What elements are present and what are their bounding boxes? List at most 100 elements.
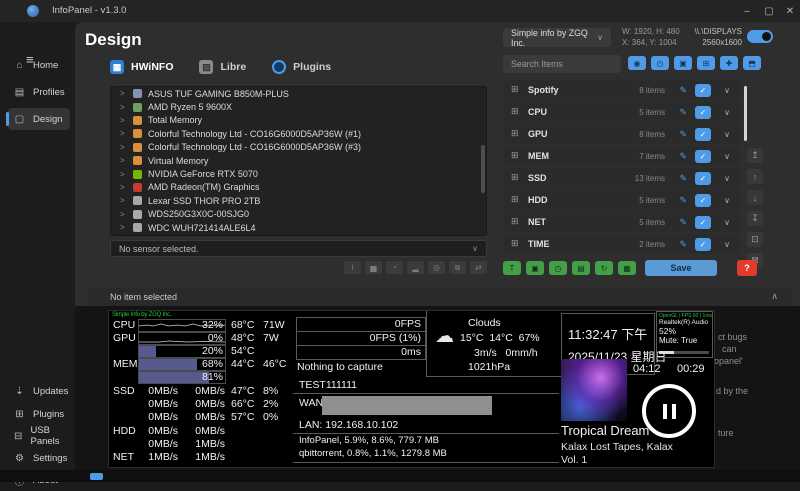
tab-libre[interactable]: ▨ Libre	[199, 60, 246, 74]
visibility-checkbox[interactable]: ✓	[695, 194, 711, 207]
taskbar-app-indicator[interactable]	[90, 473, 103, 480]
profile-select[interactable]: Simple info by ZGQ Inc. ∨	[503, 28, 611, 47]
duplicate-icon[interactable]: ⊡	[747, 232, 763, 247]
group-list-scrollbar[interactable]	[744, 86, 747, 141]
chevron-right-icon: >	[120, 116, 127, 125]
sidebar-item-design[interactable]: ▢ Design	[8, 108, 70, 130]
edit-icon[interactable]: ✎	[679, 85, 687, 96]
display-toggle[interactable]	[747, 30, 773, 43]
visibility-checkbox[interactable]: ✓	[695, 150, 711, 163]
close-button[interactable]: ✕	[781, 4, 799, 18]
visibility-checkbox[interactable]: ✓	[695, 106, 711, 119]
visibility-checkbox[interactable]: ✓	[695, 216, 711, 229]
swap-icon[interactable]: ⇄	[470, 261, 487, 274]
chevron-down-icon[interactable]: ∨	[724, 240, 730, 249]
tree-item[interactable]: >Virtual Memory	[111, 154, 486, 167]
search-input[interactable]	[503, 55, 621, 73]
sidebar-item-usb-panels[interactable]: ⊟ USB Panels	[8, 425, 70, 447]
move-bottom-icon[interactable]: ↧	[747, 211, 763, 226]
edit-icon[interactable]: ✎	[679, 107, 687, 118]
visibility-checkbox[interactable]: ✓	[695, 238, 711, 251]
move-top-icon[interactable]: ↥	[747, 148, 763, 163]
plugins-tab-icon	[272, 60, 286, 74]
tree-item[interactable]: >Lexar SSD THOR PRO 2TB	[111, 194, 486, 207]
edit-icon[interactable]: ✎	[679, 217, 687, 228]
tree-item[interactable]: >Colorful Technology Ltd - CO16G6000D5AP…	[111, 127, 486, 140]
sensor-select[interactable]: No sensor selected. ∨	[110, 240, 487, 257]
add-shape-icon[interactable]: ↻	[595, 261, 613, 275]
tree-item[interactable]: >AMD Ryzen 5 9600X	[111, 100, 486, 113]
tab-hwinfo[interactable]: ▦ HWiNFO	[110, 60, 173, 74]
tree-item[interactable]: >NVIDIA GeForce RTX 5070	[111, 167, 486, 180]
add-bar-icon[interactable]: ▤	[572, 261, 590, 275]
chevron-down-icon[interactable]: ∨	[724, 130, 730, 139]
edit-icon[interactable]: ✎	[679, 151, 687, 162]
tree-item[interactable]: >AMD Radeon(TM) Graphics	[111, 181, 486, 194]
tree-scrollbar[interactable]	[481, 145, 485, 193]
group-row-cpu[interactable]: ⊞ CPU 5 items ✎ ✓ ∨	[503, 102, 739, 122]
maximize-button[interactable]: ▢	[760, 4, 778, 18]
save-button[interactable]: Save	[645, 260, 717, 276]
add-text-icon[interactable]: T	[503, 261, 521, 275]
lock-icon[interactable]: ⬒	[743, 56, 761, 70]
mem-bar-2: 81%	[138, 371, 226, 384]
help-button[interactable]: ?	[737, 260, 757, 276]
edit-icon[interactable]: ✎	[679, 173, 687, 184]
add-clock-icon[interactable]: ◷	[549, 261, 567, 275]
edit-icon[interactable]: ✎	[679, 195, 687, 206]
copy-icon[interactable]: ⧉	[449, 261, 466, 274]
ssd-row: 0MB/s 0MB/s 57°C 0%	[109, 411, 296, 424]
group-row-ssd[interactable]: ⊞ SSD 13 items ✎ ✓ ∨	[503, 168, 739, 188]
tree-item[interactable]: >Colorful Technology Ltd - CO16G6000D5AP…	[111, 141, 486, 154]
chevron-down-icon[interactable]: ∨	[724, 196, 730, 205]
sidebar-item-updates[interactable]: ⇣ Updates	[8, 380, 70, 402]
chevron-right-icon: >	[120, 103, 127, 112]
visibility-checkbox[interactable]: ✓	[695, 128, 711, 141]
edit-icon[interactable]: ✎	[679, 239, 687, 250]
sidebar-item-plugins[interactable]: ⊞ Plugins	[8, 403, 70, 425]
gauge-icon[interactable]: ◔	[386, 261, 403, 274]
preview-icon[interactable]: ◉	[628, 56, 646, 70]
sensor-tools: i ▅ ◔ ▂ ◎ ⧉ ⇄	[344, 261, 487, 274]
sidebar-item-profiles[interactable]: ▤ Profiles	[8, 81, 70, 103]
move-down-icon[interactable]: ↓	[747, 190, 763, 205]
chevron-down-icon[interactable]: ∨	[724, 152, 730, 161]
group-row-net[interactable]: ⊞ NET 5 items ✎ ✓ ∨	[503, 212, 739, 232]
panel-preview[interactable]: Simple Info by ZGQ Inc. CPU 32% 68°C 71W…	[108, 310, 715, 468]
minimize-button[interactable]: –	[738, 4, 756, 18]
info-icon[interactable]: i	[344, 261, 361, 274]
group-row-mem[interactable]: ⊞ MEM 7 items ✎ ✓ ∨	[503, 146, 739, 166]
tree-item[interactable]: >Total Memory	[111, 114, 486, 127]
clock-icon[interactable]: ◷	[651, 56, 669, 70]
tab-plugins[interactable]: Plugins	[272, 60, 331, 74]
group-row-spotify[interactable]: ⊞ Spotify 8 items ✎ ✓ ∨	[503, 80, 739, 100]
selected-item-bar[interactable]: No item selected ∧	[88, 287, 792, 306]
tree-item[interactable]: >WDS250G3X0C-00SJG0	[111, 208, 486, 221]
chevron-down-icon[interactable]: ∨	[724, 86, 730, 95]
donut-icon[interactable]: ◎	[428, 261, 445, 274]
bar-chart-icon[interactable]: ▅	[365, 261, 382, 274]
move-icon[interactable]: ✚	[720, 56, 738, 70]
group-row-gpu[interactable]: ⊞ GPU 8 items ✎ ✓ ∨	[503, 124, 739, 144]
chevron-down-icon[interactable]: ∨	[724, 174, 730, 183]
chevron-down-icon[interactable]: ∨	[724, 218, 730, 227]
panel-toolbar: ◉ ◷ ▣ ⊞ ✚ ⬒	[628, 56, 761, 70]
visibility-checkbox[interactable]: ✓	[695, 172, 711, 185]
add-box-icon[interactable]: ⊞	[697, 56, 715, 70]
add-image-icon[interactable]: ▣	[526, 261, 544, 275]
visibility-checkbox[interactable]: ✓	[695, 84, 711, 97]
sidebar-item-home[interactable]: ⌂ Home	[8, 54, 70, 76]
image-icon[interactable]: ▣	[674, 56, 692, 70]
add-table-icon[interactable]: ▦	[618, 261, 636, 275]
line-chart-icon[interactable]: ▂	[407, 261, 424, 274]
move-up-icon[interactable]: ↑	[747, 169, 763, 184]
group-row-hdd[interactable]: ⊞ HDD 5 items ✎ ✓ ∨	[503, 190, 739, 210]
edit-icon[interactable]: ✎	[679, 129, 687, 140]
chevron-down-icon[interactable]: ∨	[724, 108, 730, 117]
sidebar-item-settings[interactable]: ⚙ Settings	[8, 447, 70, 469]
tree-item[interactable]: >ASUS TUF GAMING B850M-PLUS	[111, 87, 486, 100]
group-row-time[interactable]: ⊞ TIME 2 items ✎ ✓ ∨	[503, 234, 739, 254]
tree-item[interactable]: >WDC WUH721414ALE6L4	[111, 221, 486, 234]
tree-item[interactable]: >WUH721919ALE6L4	[111, 234, 486, 236]
pause-icon	[663, 404, 667, 419]
